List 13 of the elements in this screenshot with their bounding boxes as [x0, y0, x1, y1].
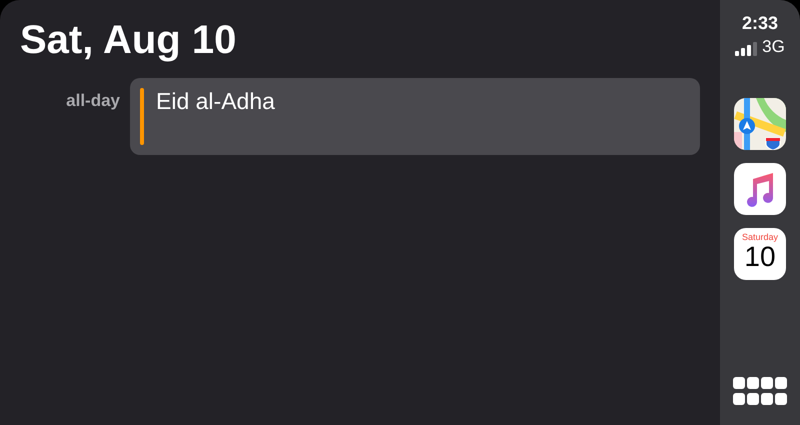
maps-app-icon[interactable] — [734, 98, 786, 150]
music-app-icon[interactable] — [734, 163, 786, 215]
app-grid-icon[interactable] — [733, 377, 787, 407]
network-label: 3G — [762, 38, 785, 56]
signal-icon — [735, 42, 758, 56]
time-label: all-day — [65, 90, 121, 112]
clock-time: 2:33 — [742, 12, 778, 34]
day-number: 10 — [744, 242, 776, 272]
event-title: Eid al-Adha — [156, 88, 275, 114]
date-title: Sat, Aug 10 — [20, 17, 238, 64]
event-card[interactable]: Eid al-Adha — [130, 78, 700, 155]
calendar-app-icon[interactable]: Saturday 10 — [734, 228, 786, 280]
weekday-label: Saturday — [742, 232, 778, 242]
